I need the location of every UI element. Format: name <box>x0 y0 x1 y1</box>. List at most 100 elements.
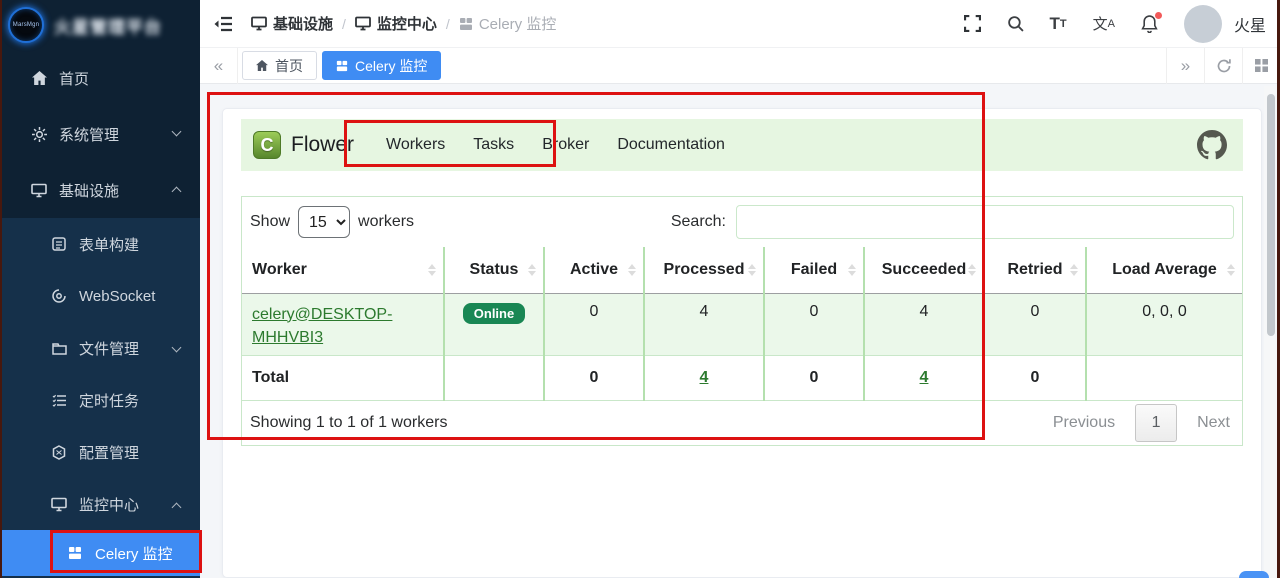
total-active: 0 <box>543 355 644 401</box>
showing-info: Showing 1 to 1 of 1 workers <box>250 413 448 431</box>
tabs-scroll-right-icon[interactable]: » <box>1166 47 1204 84</box>
sort-icon <box>748 263 756 276</box>
datatable-footer: Showing 1 to 1 of 1 workers Previous 1 N… <box>242 401 1242 445</box>
worker-link[interactable]: celery@DESKTOP-MHHVBI3 <box>252 306 392 346</box>
total-processed-cell: 4 <box>643 355 764 401</box>
total-retried: 0 <box>983 355 1086 401</box>
search-input[interactable] <box>736 205 1234 239</box>
refresh-icon[interactable] <box>1204 47 1242 84</box>
sidebar-item-infrastructure[interactable]: 基础设施 <box>0 162 200 218</box>
sort-icon <box>428 263 436 276</box>
column-header-processed[interactable]: Processed <box>643 247 764 294</box>
screen: MarsMgn 火星管理平台 首页 系统管理 基础设施 表单构建 WebSock… <box>0 0 1280 578</box>
tab-label: Celery 监控 <box>355 57 428 74</box>
tab-home[interactable]: 首页 <box>242 51 317 80</box>
total-status-cell <box>443 355 544 401</box>
avatar[interactable] <box>1183 4 1222 43</box>
search-icon[interactable] <box>1007 15 1024 32</box>
fullscreen-icon[interactable] <box>963 15 981 32</box>
app-title: 火星管理平台 <box>54 17 162 37</box>
pagination: Previous 1 Next <box>1053 403 1230 442</box>
github-icon[interactable] <box>1197 130 1227 160</box>
failed-cell: 0 <box>763 293 864 356</box>
breadcrumb-item-monitor-center[interactable]: 监控中心 <box>355 13 437 34</box>
column-header-succeeded[interactable]: Succeeded <box>863 247 984 294</box>
search-label: Search: <box>670 213 726 230</box>
sidebar-item-label: 表单构建 <box>79 236 140 254</box>
sort-icon <box>628 263 636 276</box>
column-header-retried[interactable]: Retried <box>983 247 1086 294</box>
column-header-active[interactable]: Active <box>543 247 644 294</box>
sidebar-item-scheduled-tasks[interactable]: 定时任务 <box>0 374 200 426</box>
sort-icon <box>528 263 536 276</box>
monitor-icon <box>251 16 267 31</box>
worker-cell: celery@DESKTOP-MHHVBI3 <box>242 293 444 356</box>
sidebar-item-config-mgmt[interactable]: 配置管理 <box>0 426 200 478</box>
sort-icon <box>1070 263 1078 276</box>
floating-button-partial[interactable] <box>1239 571 1269 578</box>
breadcrumb-item-infrastructure[interactable]: 基础设施 <box>251 13 333 34</box>
monitor-icon <box>355 16 371 31</box>
table-row: celery@DESKTOP-MHHVBI3 Online 0 4 0 4 0 … <box>242 293 1242 356</box>
breadcrumb-label: Celery 监控 <box>478 16 557 33</box>
layout-grid-icon[interactable] <box>1242 47 1280 84</box>
previous-button[interactable]: Previous <box>1053 414 1115 432</box>
sidebar-item-label: 监控中心 <box>79 496 140 514</box>
status-badge: Online <box>462 302 526 324</box>
sidebar-item-system-mgmt[interactable]: 系统管理 <box>0 106 200 162</box>
sidebar-item-home[interactable]: 首页 <box>0 50 200 106</box>
flower-navbar: C Flower Workers Tasks Broker Documentat… <box>241 119 1243 171</box>
chevron-up-icon <box>171 186 182 197</box>
flower-nav-broker[interactable]: Broker <box>528 136 603 154</box>
form-icon <box>50 236 68 252</box>
topbar: 基础设施 / 监控中心 / Celery 监控 T T 文 A 火星 <box>200 0 1280 48</box>
flower-nav-tasks[interactable]: Tasks <box>459 136 528 154</box>
task-list-icon <box>50 392 68 408</box>
column-header-load-average[interactable]: Load Average <box>1085 247 1242 294</box>
tabs-scroll-left-icon[interactable]: « <box>200 47 238 84</box>
retried-cell: 0 <box>983 293 1086 356</box>
scrollbar-thumb[interactable] <box>1267 94 1275 336</box>
window-edge-left <box>0 0 2 578</box>
tab-celery-monitor[interactable]: Celery 监控 <box>322 51 442 80</box>
total-label: Total <box>242 355 444 401</box>
box-grid-icon <box>336 60 348 72</box>
hexagon-icon <box>50 444 68 460</box>
tabs: 首页 Celery 监控 <box>242 51 442 80</box>
sidebar: MarsMgn 火星管理平台 首页 系统管理 基础设施 表单构建 WebSock… <box>0 0 200 578</box>
page-size-select[interactable]: 15 <box>298 206 351 238</box>
show-suffix-label: workers <box>358 213 415 230</box>
username[interactable]: 火星 <box>1234 12 1266 36</box>
flower-brand[interactable]: Flower <box>291 133 354 157</box>
breadcrumb-item-celery-monitor: Celery 监控 <box>459 13 557 34</box>
sort-icon <box>848 263 856 276</box>
column-header-status[interactable]: Status <box>443 247 544 294</box>
sidebar-item-celery-monitor[interactable]: Celery 监控 <box>0 530 200 576</box>
next-button[interactable]: Next <box>1197 414 1230 432</box>
load-average-cell: 0, 0, 0 <box>1085 293 1242 356</box>
sidebar-fold-icon[interactable] <box>214 16 233 32</box>
succeeded-cell: 4 <box>863 293 984 356</box>
language-icon[interactable]: 文A <box>1093 13 1115 34</box>
bell-icon[interactable] <box>1141 11 1162 33</box>
font-size-icon[interactable]: TT <box>1050 14 1067 34</box>
total-processed-link[interactable]: 4 <box>700 369 709 386</box>
total-succeeded-cell: 4 <box>863 355 984 401</box>
flower-nav-documentation[interactable]: Documentation <box>603 136 739 154</box>
sidebar-item-label: WebSocket <box>79 287 156 305</box>
monitor-icon <box>50 496 68 512</box>
active-cell: 0 <box>543 293 644 356</box>
page-number-button[interactable]: 1 <box>1135 403 1178 442</box>
flower-nav-workers[interactable]: Workers <box>372 136 459 154</box>
total-succeeded-link[interactable]: 4 <box>920 369 929 386</box>
gear-icon <box>30 126 48 142</box>
sidebar-item-label: 文件管理 <box>79 340 140 358</box>
sidebar-item-label: 首页 <box>59 70 90 88</box>
sidebar-item-file-mgmt[interactable]: 文件管理 <box>0 322 200 374</box>
column-header-worker[interactable]: Worker <box>242 247 444 294</box>
column-header-failed[interactable]: Failed <box>763 247 864 294</box>
sidebar-item-form-builder[interactable]: 表单构建 <box>0 218 200 270</box>
sidebar-item-monitor-center[interactable]: 监控中心 <box>0 478 200 530</box>
sidebar-item-websocket[interactable]: WebSocket <box>0 270 200 322</box>
sidebar-submenu: 表单构建 WebSocket 文件管理 定时任务 配置管理 监控中心 Celer… <box>0 218 200 578</box>
